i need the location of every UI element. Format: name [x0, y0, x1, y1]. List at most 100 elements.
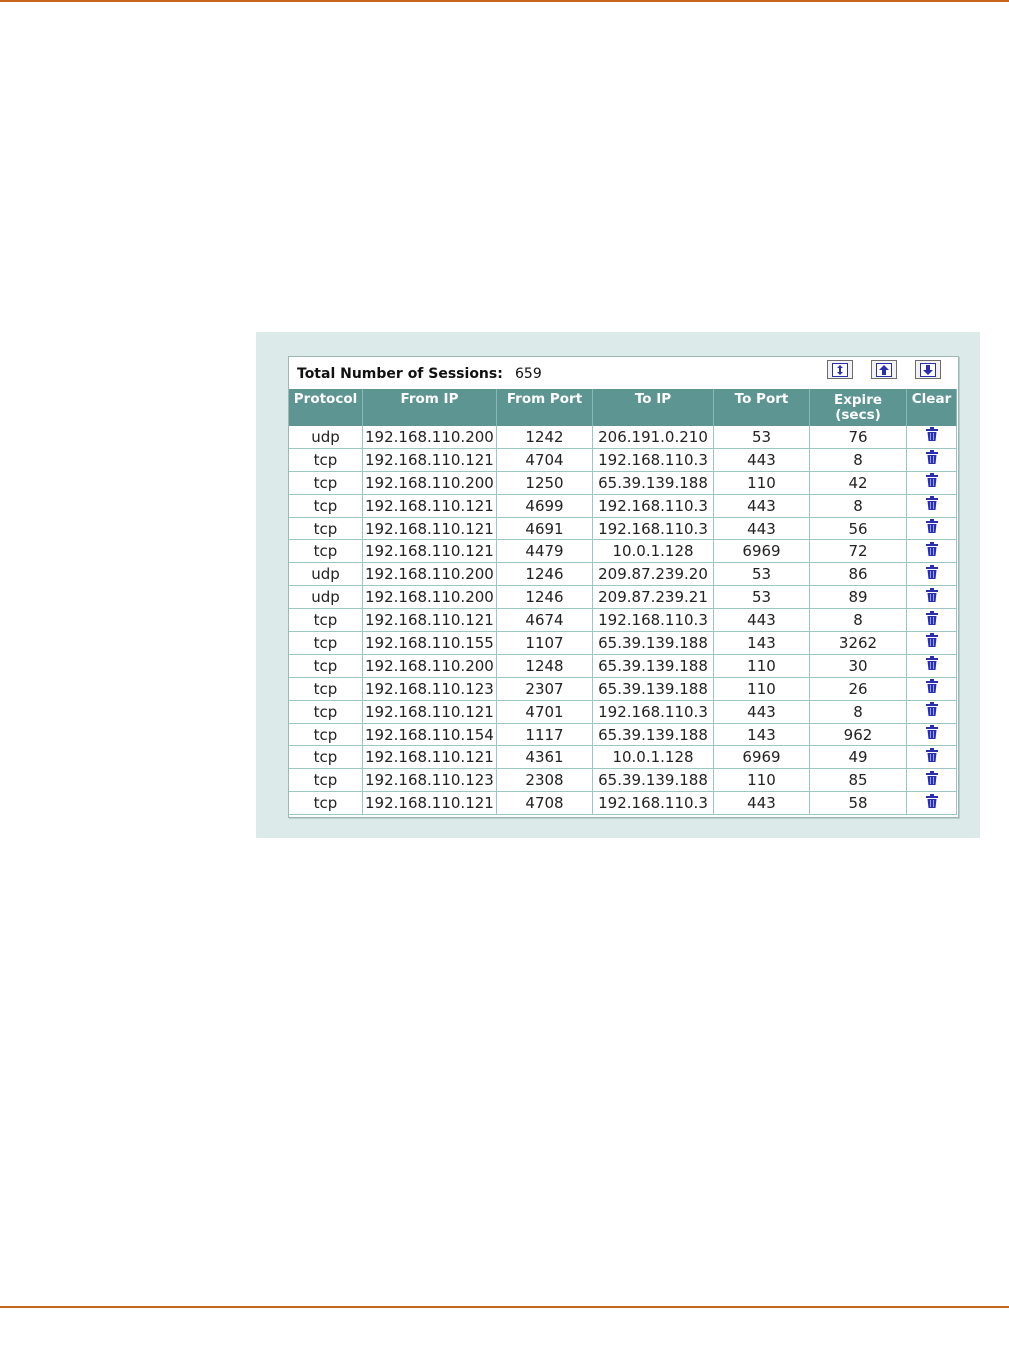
clear-cell	[907, 632, 957, 655]
to-ip-cell: 65.39.139.188	[593, 471, 714, 495]
from-ip-cell: 192.168.110.123	[363, 677, 497, 701]
to-port-cell: 443	[714, 448, 810, 472]
to-port-cell: 110	[714, 769, 810, 793]
protocol-cell: tcp	[289, 746, 363, 770]
expire-cell: 49	[810, 746, 907, 770]
table-row: tcp 192.168.110.121 4479 10.0.1.128 6969 72	[289, 540, 957, 564]
protocol-cell: udp	[289, 426, 363, 449]
trash-icon[interactable]	[925, 427, 939, 446]
refresh-icon	[832, 362, 848, 377]
expire-cell: 58	[810, 792, 907, 816]
from-port-cell: 1250	[497, 471, 593, 495]
expire-cell: 30	[810, 654, 907, 678]
trash-icon[interactable]	[925, 656, 939, 675]
to-ip-cell: 192.168.110.3	[593, 609, 714, 633]
protocol-cell: tcp	[289, 677, 363, 701]
to-port-cell: 110	[714, 471, 810, 495]
clear-cell	[907, 769, 957, 793]
from-ip-cell: 192.168.110.200	[363, 426, 497, 449]
expire-cell: 26	[810, 677, 907, 701]
col-expire[interactable]: Expire (secs)	[810, 389, 907, 426]
to-ip-cell: 65.39.139.188	[593, 723, 714, 747]
clear-cell	[907, 654, 957, 678]
clear-cell	[907, 471, 957, 495]
col-from-port[interactable]: From Port	[497, 389, 593, 426]
to-ip-cell: 192.168.110.3	[593, 792, 714, 816]
to-port-cell: 53	[714, 586, 810, 610]
trash-icon[interactable]	[925, 519, 939, 538]
page-down-button[interactable]	[915, 360, 941, 379]
expire-cell: 86	[810, 563, 907, 587]
from-port-cell: 2307	[497, 677, 593, 701]
from-port-cell: 1248	[497, 654, 593, 678]
from-ip-cell: 192.168.110.154	[363, 723, 497, 747]
from-ip-cell: 192.168.110.121	[363, 746, 497, 770]
to-port-cell: 143	[714, 723, 810, 747]
to-ip-cell: 65.39.139.188	[593, 632, 714, 655]
expire-cell: 8	[810, 448, 907, 472]
protocol-cell: udp	[289, 586, 363, 610]
table-row: udp 192.168.110.200 1246 209.87.239.20 53 86	[289, 563, 957, 587]
from-ip-cell: 192.168.110.121	[363, 700, 497, 724]
protocol-cell: tcp	[289, 540, 363, 564]
to-port-cell: 443	[714, 609, 810, 633]
trash-icon[interactable]	[925, 450, 939, 469]
col-protocol[interactable]: Protocol	[289, 389, 363, 426]
table-row: udp 192.168.110.200 1246 209.87.239.21 53 89	[289, 586, 957, 610]
from-ip-cell: 192.168.110.121	[363, 517, 497, 541]
from-ip-cell: 192.168.110.200	[363, 471, 497, 495]
from-ip-cell: 192.168.110.155	[363, 632, 497, 655]
protocol-cell: tcp	[289, 517, 363, 541]
from-port-cell: 2308	[497, 769, 593, 793]
table-row: tcp 192.168.110.121 4701 192.168.110.3 443 8	[289, 700, 957, 724]
table-row: tcp 192.168.110.121 4708 192.168.110.3 443 58	[289, 792, 957, 816]
trash-icon[interactable]	[925, 496, 939, 515]
page-up-button[interactable]	[871, 360, 897, 379]
col-to-ip[interactable]: To IP	[593, 389, 714, 426]
to-port-cell: 110	[714, 654, 810, 678]
col-from-ip[interactable]: From IP	[363, 389, 497, 426]
clear-cell	[907, 700, 957, 724]
trash-icon[interactable]	[925, 564, 939, 584]
bottom-rule	[0, 1306, 1009, 1308]
from-ip-cell: 192.168.110.121	[363, 540, 497, 564]
table-row: tcp 192.168.110.200 1248 65.39.139.188 110 30	[289, 654, 957, 678]
clear-cell	[907, 746, 957, 770]
trash-icon[interactable]	[925, 541, 939, 561]
from-ip-cell: 192.168.110.121	[363, 609, 497, 633]
expire-cell: 56	[810, 517, 907, 541]
trash-icon[interactable]	[925, 679, 939, 698]
protocol-cell: tcp	[289, 471, 363, 495]
trash-icon[interactable]	[925, 587, 939, 607]
expire-cell: 8	[810, 700, 907, 724]
to-ip-cell: 192.168.110.3	[593, 700, 714, 724]
trash-icon[interactable]	[925, 793, 939, 813]
from-port-cell: 4701	[497, 700, 593, 724]
page-down-icon	[920, 362, 936, 377]
refresh-button[interactable]	[827, 360, 853, 379]
trash-icon[interactable]	[925, 633, 939, 652]
to-ip-cell: 10.0.1.128	[593, 746, 714, 770]
expire-cell: 85	[810, 769, 907, 793]
trash-icon[interactable]	[925, 725, 939, 744]
trash-icon[interactable]	[925, 610, 939, 630]
clear-cell	[907, 426, 957, 449]
page-up-icon	[876, 362, 892, 377]
trash-icon[interactable]	[925, 702, 939, 721]
clear-cell	[907, 448, 957, 472]
from-port-cell: 4674	[497, 609, 593, 633]
trash-icon[interactable]	[925, 473, 939, 492]
clear-cell	[907, 540, 957, 564]
expire-cell: 3262	[810, 632, 907, 655]
protocol-cell: tcp	[289, 494, 363, 518]
to-port-cell: 53	[714, 563, 810, 587]
trash-icon[interactable]	[925, 747, 939, 767]
col-to-port[interactable]: To Port	[714, 389, 810, 426]
protocol-cell: tcp	[289, 632, 363, 655]
clear-cell	[907, 494, 957, 518]
expire-cell: 8	[810, 494, 907, 518]
trash-icon[interactable]	[925, 770, 939, 790]
from-port-cell: 4691	[497, 517, 593, 541]
from-port-cell: 1246	[497, 563, 593, 587]
expire-cell: 89	[810, 586, 907, 610]
